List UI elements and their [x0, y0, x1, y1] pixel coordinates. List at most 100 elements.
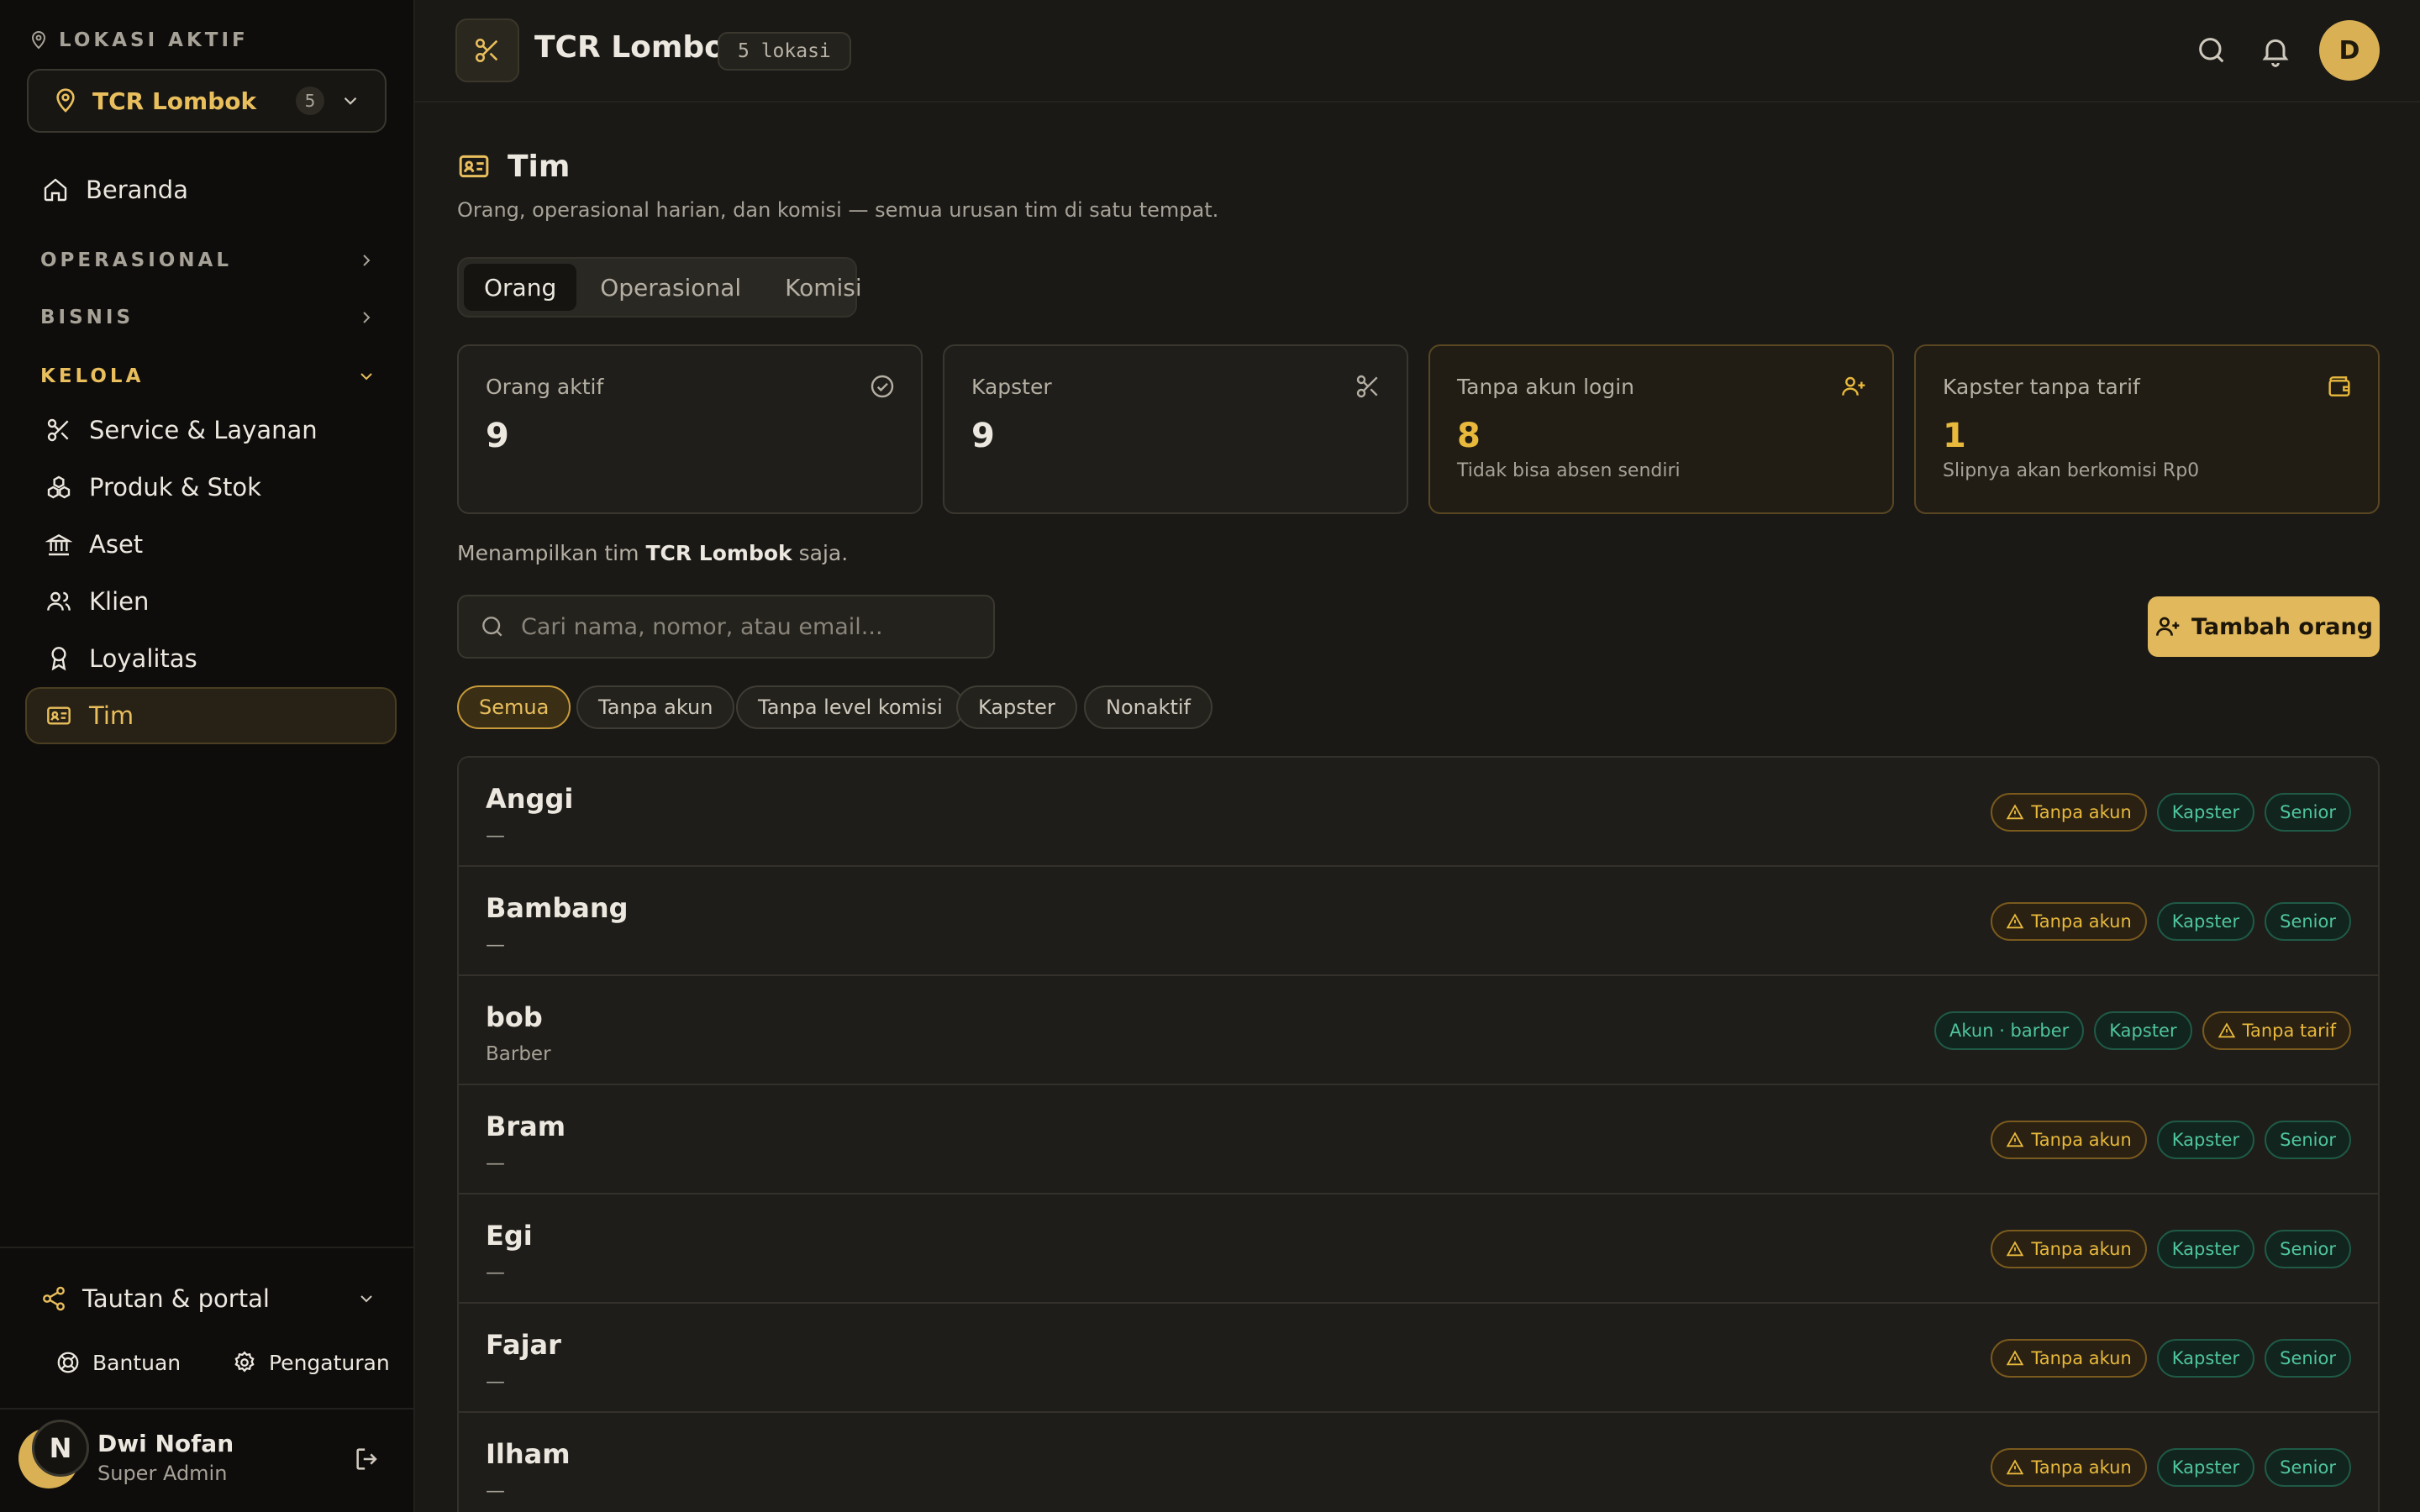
person-name: Egi: [486, 1220, 533, 1252]
logout-icon[interactable]: [353, 1445, 381, 1473]
scissors-icon: [1356, 375, 1378, 398]
status-badge: Tanpa akun: [1991, 793, 2147, 832]
scissors-icon: [475, 38, 498, 63]
tab-komisi[interactable]: Komisi: [765, 264, 882, 311]
table-row[interactable]: bob Barber Akun · barber Kapster Tanpa tarif: [459, 976, 2378, 1085]
settings-link[interactable]: Pengaturan: [232, 1347, 390, 1378]
chevron-down-icon: [360, 1295, 372, 1303]
map-pin-icon: [31, 31, 46, 50]
status-badge: Senior: [2265, 1448, 2351, 1487]
check-circle-icon: [871, 375, 894, 398]
table-row[interactable]: Fajar — Tanpa akun Kapster Senior: [459, 1304, 2378, 1413]
person-name: Fajar: [486, 1329, 561, 1361]
section-operasional[interactable]: OPERASIONAL: [40, 244, 376, 277]
sidebar-item-beranda[interactable]: Beranda: [25, 161, 397, 218]
tab-operasional[interactable]: Operasional: [580, 264, 761, 311]
sidebar-item-produk[interactable]: Produk & Stok: [25, 459, 397, 516]
badge-group: Tanpa akun Kapster Senior: [1991, 1121, 2351, 1159]
status-badge: Senior: [2265, 1121, 2351, 1159]
lifebuoy-icon: [57, 1352, 79, 1373]
warning-icon: [2006, 1131, 2024, 1149]
avatar[interactable]: D: [2319, 20, 2380, 81]
status-badge: Senior: [2265, 1230, 2351, 1268]
location-count-badge: 5: [296, 87, 324, 115]
sidebar-divider: [0, 1247, 415, 1248]
avatar[interactable]: N: [32, 1420, 89, 1477]
brand-logo[interactable]: [455, 18, 519, 82]
map-pin-icon: [56, 88, 75, 113]
wallet-icon: [2328, 376, 2350, 396]
users-icon: [47, 591, 71, 611]
table-row[interactable]: Ilham — Tanpa akun Kapster Senior: [459, 1413, 2378, 1512]
user-profile: N Dwi Nofan Super Admin: [18, 1420, 388, 1495]
badge-label: Senior: [2280, 911, 2336, 932]
links-portal-toggle[interactable]: Tautan & portal: [40, 1282, 376, 1315]
status-badge: Tanpa tarif: [2202, 1011, 2351, 1050]
chevron-down-icon: [344, 97, 357, 105]
table-row[interactable]: Bambang — Tanpa akun Kapster Senior: [459, 867, 2378, 976]
status-badge: Kapster: [2156, 793, 2255, 832]
brand-title: TCR Lombok: [534, 30, 745, 65]
person-role: —: [486, 1371, 505, 1393]
status-badge: Kapster: [2156, 1448, 2255, 1487]
status-badge: Tanpa akun: [1991, 1339, 2147, 1378]
sidebar-item-loyalitas[interactable]: Loyalitas: [25, 630, 397, 687]
filter-semua[interactable]: Semua: [457, 685, 571, 729]
badge-label: Senior: [2280, 802, 2336, 822]
sidebar-item-aset[interactable]: Aset: [25, 516, 397, 573]
badge-label: Senior: [2280, 1130, 2336, 1150]
topbar: TCR Lombok 5 lokasi D: [415, 0, 2420, 102]
table-row[interactable]: Bram — Tanpa akun Kapster Senior: [459, 1085, 2378, 1194]
award-icon: [51, 647, 66, 671]
person-name: Ilham: [486, 1438, 571, 1470]
filter-nonaktif[interactable]: Nonaktif: [1084, 685, 1213, 729]
person-name: Bambang: [486, 892, 629, 924]
bell-icon[interactable]: [2259, 34, 2292, 67]
section-bisnis[interactable]: BISNIS: [40, 301, 376, 334]
search-icon: [482, 617, 502, 637]
section-kelola[interactable]: KELOLA: [40, 360, 376, 393]
location-count-pill: 5 lokasi: [718, 32, 851, 71]
filter-kapster[interactable]: Kapster: [956, 685, 1077, 729]
warning-icon: [2006, 912, 2024, 931]
badge-label: Senior: [2280, 1457, 2336, 1478]
help-link[interactable]: Bantuan: [55, 1347, 181, 1378]
filter-tanpa-akun[interactable]: Tanpa akun: [576, 685, 735, 729]
sidebar-item-service[interactable]: Service & Layanan: [25, 402, 397, 459]
search-icon[interactable]: [2195, 34, 2228, 67]
table-row[interactable]: Egi — Tanpa akun Kapster Senior: [459, 1194, 2378, 1304]
warning-icon: [2217, 1021, 2236, 1040]
badge-label: Kapster: [2171, 1130, 2240, 1150]
badge-group: Tanpa akun Kapster Senior: [1991, 1448, 2351, 1487]
status-badge: Tanpa akun: [1991, 1230, 2147, 1268]
scope-note: Menampilkan tim TCR Lombok saja.: [457, 541, 849, 565]
badge-label: Tanpa tarif: [2242, 1021, 2336, 1041]
boxes-icon: [47, 475, 71, 499]
gear-icon: [234, 1351, 255, 1373]
chevron-down-icon: [360, 373, 372, 381]
tab-orang[interactable]: Orang: [464, 264, 577, 311]
location-name: TCR Lombok: [92, 87, 257, 115]
warning-icon: [2006, 1349, 2024, 1368]
chevron-right-icon: [363, 312, 371, 323]
person-role: —: [486, 934, 505, 956]
add-person-button[interactable]: Tambah orang: [2148, 596, 2380, 657]
badge-group: Akun · barber Kapster Tanpa tarif: [1934, 1011, 2351, 1050]
search-input[interactable]: [521, 613, 992, 640]
user-name: Dwi Nofan: [97, 1430, 234, 1457]
filter-tanpa-level-komisi[interactable]: Tanpa level komisi: [736, 685, 965, 729]
table-row[interactable]: Anggi — Tanpa akun Kapster Senior: [459, 758, 2378, 867]
badge-label: Senior: [2280, 1239, 2336, 1259]
id-card-icon: [47, 706, 71, 725]
user-plus-icon: [1842, 376, 1865, 396]
sidebar-item-tim[interactable]: Tim: [25, 687, 397, 744]
badge-label: Kapster: [2171, 802, 2240, 822]
person-name: Bram: [486, 1110, 566, 1142]
person-role: —: [486, 825, 505, 847]
location-selector[interactable]: TCR Lombok 5: [27, 69, 387, 133]
sidebar-item-klien[interactable]: Klien: [25, 573, 397, 630]
sidebar: LOKASI AKTIF TCR Lombok 5 Beranda OPERAS…: [0, 0, 415, 1512]
badge-label: Tanpa akun: [2031, 1239, 2132, 1259]
user-role: Super Admin: [97, 1462, 228, 1485]
badge-label: Kapster: [2171, 1457, 2240, 1478]
